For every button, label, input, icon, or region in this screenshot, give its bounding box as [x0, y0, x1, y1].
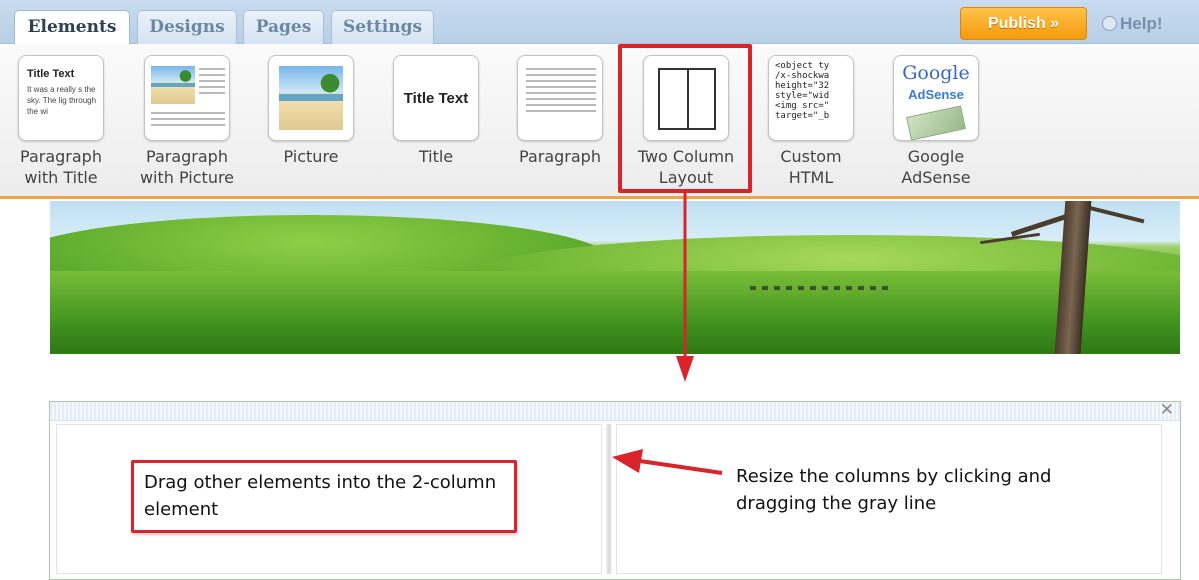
column-resize-handle[interactable]: [606, 424, 612, 574]
help-icon: [1102, 16, 1117, 31]
element-label-paragraph-with-title: Paragraph with Title: [20, 147, 102, 187]
paragraph-icon[interactable]: [517, 55, 603, 141]
resize-instruction-note: Resize the columns by clicking and dragg…: [736, 466, 1052, 514]
beach-thumbnail: [151, 66, 195, 104]
element-label-title: Title: [418, 147, 454, 166]
toolbar-divider: [0, 196, 1199, 199]
mini-paragraph-text: It was a really s the sky. The lig throu…: [27, 85, 97, 116]
tab-elements[interactable]: Elements: [14, 10, 130, 46]
google-logo-text: Google: [902, 62, 970, 84]
down-arrow-head: [676, 356, 694, 382]
two-column-highlight-box: [618, 44, 752, 193]
tab-designs[interactable]: Designs: [137, 10, 237, 44]
picture-icon[interactable]: [268, 55, 354, 141]
drag-handle-bar[interactable]: ✕: [50, 400, 1180, 421]
paragraph-with-picture-icon[interactable]: [144, 55, 230, 141]
title-icon[interactable]: Title Text: [393, 55, 479, 141]
mini-text-lines: [199, 68, 225, 98]
custom-html-icon[interactable]: <object ty /x-shockwa height="32 style="…: [768, 55, 854, 141]
title-sample-text: Title Text: [403, 90, 469, 107]
paragraph-lines: [526, 68, 596, 116]
tab-pages[interactable]: Pages: [243, 10, 324, 44]
editor-toolbar: Elements Designs Pages Settings Publish …: [0, 0, 1199, 199]
element-label-google-adsense: Google AdSense: [901, 147, 971, 187]
html-code-snippet: <object ty /x-shockwa height="32 style="…: [775, 61, 830, 121]
element-label-custom-html: Custom HTML: [780, 147, 842, 187]
element-label-paragraph: Paragraph: [519, 147, 601, 166]
header-banner-image: [50, 201, 1180, 354]
help-link[interactable]: Help!: [1102, 12, 1163, 36]
google-adsense-icon[interactable]: Google AdSense: [893, 55, 979, 141]
mini-title-text: Title Text: [27, 68, 75, 80]
money-icon: [906, 105, 966, 140]
drag-instruction-callout: Drag other elements into the 2-column el…: [131, 460, 517, 533]
picture-thumbnail: [279, 66, 343, 130]
close-icon[interactable]: ✕: [1160, 400, 1174, 420]
help-label: Help!: [1120, 14, 1163, 33]
element-label-paragraph-with-picture: Paragraph with Picture: [139, 147, 235, 187]
publish-button[interactable]: Publish »: [960, 7, 1087, 40]
paragraph-with-title-icon[interactable]: Title Text It was a really s the sky. Th…: [18, 55, 104, 141]
tab-settings[interactable]: Settings: [331, 10, 434, 44]
adsense-logo-text: AdSense: [908, 87, 964, 102]
mini-text-lines-bottom: [151, 112, 225, 130]
element-label-picture: Picture: [283, 147, 339, 166]
tab-strip: Elements Designs Pages Settings Publish …: [0, 0, 1199, 46]
